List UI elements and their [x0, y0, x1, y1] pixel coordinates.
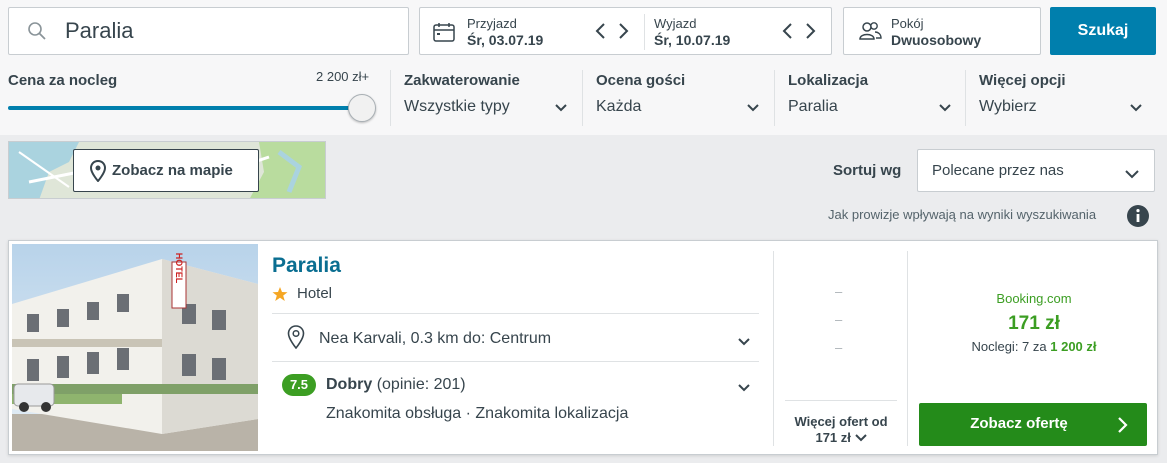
- alt-price: –: [835, 312, 843, 327]
- checkout-label: Wyjazd: [654, 16, 697, 31]
- view-offer-button[interactable]: Zobacz ofertę: [919, 403, 1147, 446]
- column-divider: [907, 251, 908, 446]
- star-icon: [272, 286, 288, 307]
- sort-value: Polecane przez nas: [932, 162, 1064, 179]
- chevron-down-icon: [1124, 166, 1140, 184]
- chevron-down-icon: [938, 100, 952, 118]
- nights-total-price: 1 200 zł: [1050, 339, 1097, 354]
- more-offers-line2: 171 zł: [779, 430, 903, 446]
- hotel-result-card: HOTEL Paralia Hotel Nea Karvali, 0.3 km …: [8, 240, 1158, 455]
- accommodation-filter[interactable]: Zakwaterowanie Wszystkie typy: [404, 70, 576, 126]
- nights-prefix: Noclegi: 7 za: [971, 339, 1047, 354]
- chevron-down-icon: [1129, 100, 1143, 118]
- search-icon: [27, 21, 47, 46]
- filter-divider: [390, 70, 391, 126]
- more-offers-button[interactable]: Więcej ofert od 171 zł: [779, 414, 903, 446]
- location-pin-icon: [89, 159, 107, 187]
- offer-price: 171 zł: [1008, 313, 1060, 334]
- filter-divider: [582, 70, 583, 126]
- divider: [785, 400, 897, 401]
- rating-badge: 7.5: [282, 374, 316, 396]
- room-value: Dwuosobowy: [891, 32, 982, 48]
- rating-filter-label: Ocena gości: [596, 72, 686, 89]
- hotel-location: Nea Karvali, 0.3 km do: Centrum: [319, 330, 552, 347]
- hotel-type: Hotel: [297, 285, 333, 302]
- destination-value: Paralia: [65, 18, 134, 43]
- checkin-next-day-icon[interactable]: [614, 21, 632, 41]
- info-icon[interactable]: [1126, 204, 1150, 233]
- calendar-icon: [433, 22, 455, 47]
- location-pin-icon: [287, 325, 305, 354]
- date-divider: [644, 14, 645, 50]
- location-filter-value: Paralia: [788, 98, 838, 115]
- more-offers-price: 171 zł: [815, 430, 851, 445]
- accommodation-filter-value: Wszystkie typy: [404, 98, 510, 115]
- checkout-next-day-icon[interactable]: [801, 21, 819, 41]
- destination-search-field[interactable]: Paralia: [8, 7, 409, 55]
- divider: [272, 361, 759, 362]
- hotel-sign-text: HOTEL: [174, 253, 184, 284]
- hotel-name-link[interactable]: Paralia: [272, 254, 341, 278]
- checkin-value: Śr, 03.07.19: [467, 32, 544, 48]
- view-offer-label: Zobacz ofertę: [970, 415, 1068, 432]
- commission-info-link[interactable]: Jak prowizje wpływają na wyniki wyszukiw…: [828, 207, 1096, 222]
- rating-highlights: Znakomita obsługa · Znakomita lokalizacj…: [326, 405, 629, 422]
- column-divider: [773, 251, 774, 446]
- nights-total: Noclegi: 7 za 1 200 zł: [909, 339, 1159, 354]
- price-slider-track[interactable]: [8, 106, 364, 110]
- filter-divider: [965, 70, 966, 126]
- hotel-photo[interactable]: HOTEL: [12, 244, 258, 451]
- chevron-down-icon[interactable]: [737, 380, 751, 398]
- sort-label: Sortuj wg: [833, 162, 902, 179]
- rating-summary: Dobry (opinie: 201): [326, 376, 466, 394]
- alt-price: –: [835, 284, 843, 299]
- accommodation-filter-label: Zakwaterowanie: [404, 72, 520, 89]
- divider: [272, 313, 759, 314]
- guests-icon: [858, 21, 882, 46]
- checkin-label: Przyjazd: [467, 16, 517, 31]
- room-label: Pokój: [891, 16, 924, 31]
- more-options-value: Wybierz: [979, 98, 1037, 115]
- location-filter-label: Lokalizacja: [788, 72, 869, 89]
- chevron-right-icon: [1117, 416, 1129, 439]
- checkout-value: Śr, 10.07.19: [654, 32, 731, 48]
- rating-filter-value: Każda: [596, 98, 642, 115]
- show-on-map-label: Zobacz na mapie: [112, 162, 233, 179]
- chevron-down-icon: [746, 100, 760, 118]
- room-selector[interactable]: Pokój Dwuosobowy: [843, 7, 1041, 55]
- location-filter[interactable]: Lokalizacja Paralia: [788, 70, 958, 126]
- more-offers-line1: Więcej ofert od: [794, 414, 888, 429]
- more-options-filter[interactable]: Więcej opcji Wybierz: [979, 70, 1149, 126]
- price-filter-label: Cena za nocleg: [8, 72, 118, 89]
- filter-divider: [774, 70, 775, 126]
- search-button[interactable]: Szukaj: [1050, 7, 1156, 55]
- rating-filter[interactable]: Ocena gości Każda: [596, 70, 766, 126]
- rating-word: Dobry: [326, 376, 373, 393]
- price-slider-handle[interactable]: [348, 94, 376, 122]
- more-options-label: Więcej opcji: [979, 72, 1066, 89]
- provider-name: Booking.com: [996, 291, 1072, 306]
- checkin-prev-day-icon[interactable]: [592, 21, 610, 41]
- chevron-down-icon: [854, 430, 867, 445]
- chevron-down-icon[interactable]: [737, 334, 751, 352]
- show-on-map-button[interactable]: Zobacz na mapie: [73, 149, 259, 192]
- sort-select[interactable]: Polecane przez nas: [917, 149, 1155, 192]
- rating-count: (opinie: 201): [376, 376, 466, 393]
- date-picker[interactable]: Przyjazd Śr, 03.07.19 Wyjazd Śr, 10.07.1…: [419, 7, 832, 55]
- alt-price: –: [835, 340, 843, 355]
- chevron-down-icon: [554, 100, 568, 118]
- checkout-prev-day-icon[interactable]: [779, 21, 797, 41]
- price-max-label: 2 200 zł+: [316, 69, 370, 84]
